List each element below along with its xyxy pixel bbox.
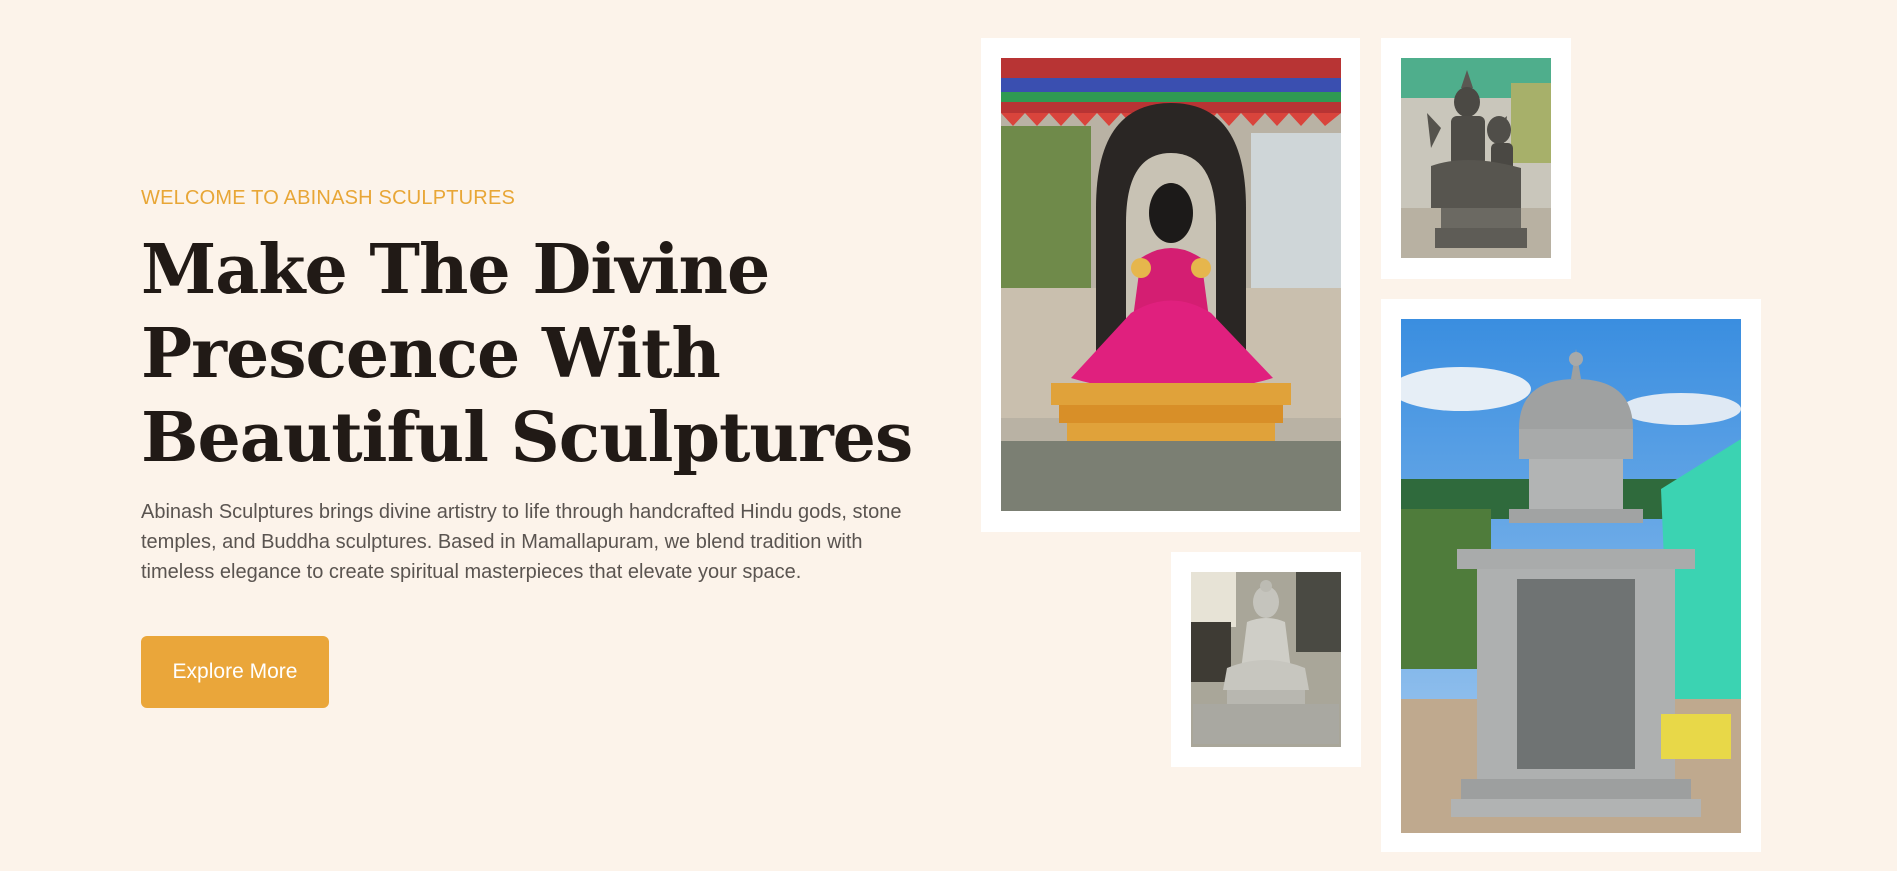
hero-eyebrow: WELCOME TO ABINASH SCULPTURES xyxy=(141,187,516,209)
stone-deity-photo xyxy=(1401,58,1551,258)
goddess-statue-frame xyxy=(981,38,1360,532)
explore-more-button[interactable]: Explore More xyxy=(141,636,329,708)
headline-line: Prescence With xyxy=(141,314,721,394)
headline-line: Make The Divine xyxy=(141,230,770,310)
stone-temple-frame xyxy=(1381,299,1761,852)
goddess-statue-photo xyxy=(1001,58,1341,511)
buddha-statue-frame xyxy=(1171,552,1361,767)
hero-text: WELCOME TO ABINASH SCULPTURES Make The D… xyxy=(141,186,941,587)
hero-headline: Make The Divine Prescence With Beautiful… xyxy=(141,228,941,480)
buddha-statue-photo xyxy=(1191,572,1341,747)
stone-temple-photo xyxy=(1401,319,1741,833)
stone-deity-frame xyxy=(1381,38,1571,279)
hero-description: Abinash Sculptures brings divine artistr… xyxy=(141,501,902,583)
headline-line: Beautiful Sculptures xyxy=(141,398,913,478)
